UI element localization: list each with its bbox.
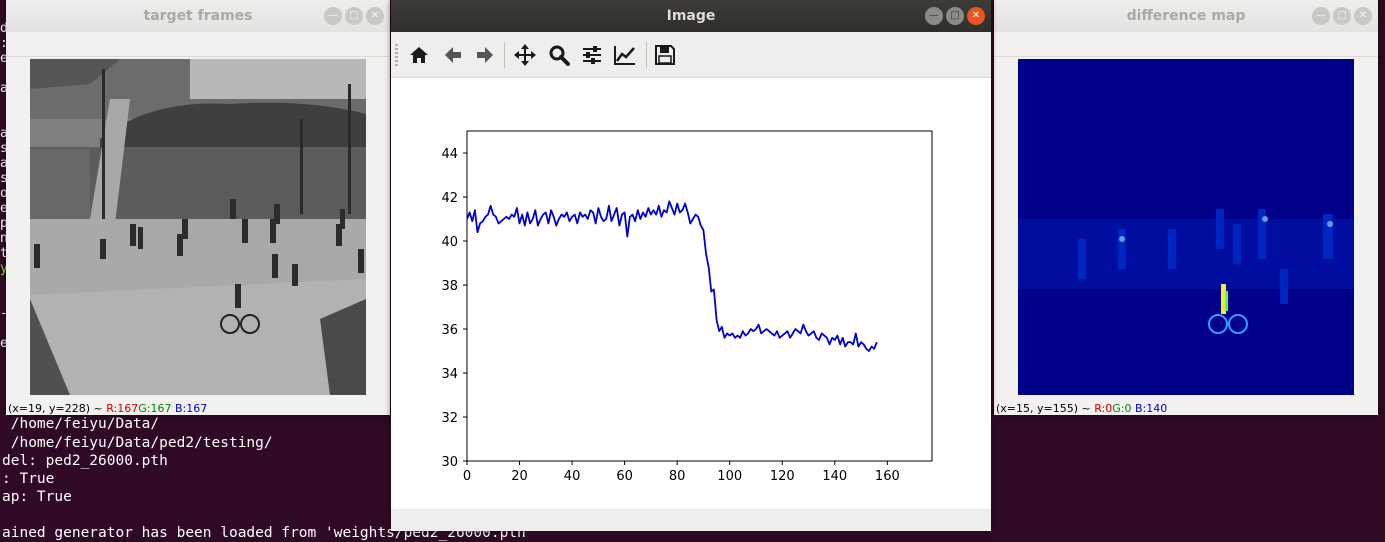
y-tick-label: 42 [441, 191, 458, 206]
figure-status-bar [391, 509, 991, 530]
window-title: Image [666, 8, 716, 24]
y-tick-label: 44 [441, 147, 458, 162]
status-red: R:0 [1094, 402, 1113, 415]
y-tick-label: 40 [441, 235, 458, 250]
figure-canvas[interactable]: 0 20 40 60 80 100 120 140 160 30 32 34 36 38 40 42 44 [391, 78, 991, 509]
x-tick-label: 40 [564, 469, 581, 484]
terminal-line: /home/feiyu/Data/ [2, 416, 160, 432]
toolbar-separator [646, 42, 647, 68]
pixel-status-bar: (x=19, y=228) ~ R:167G:167 B:167 [8, 402, 207, 415]
close-icon[interactable]: ✕ [967, 7, 985, 25]
matplotlib-toolbar [391, 32, 991, 78]
difference-map-titlebar[interactable]: difference map — □ ✕ [994, 0, 1378, 32]
status-blue: B:140 [1135, 402, 1168, 415]
edit-axis-icon[interactable] [611, 41, 639, 69]
x-tick-label: 60 [616, 469, 633, 484]
terminal-line: del: ped2_26000.pth [2, 453, 168, 469]
pixel-status-bar: (x=15, y=155) ~ R:0G:0 B:140 [996, 402, 1167, 415]
x-tick-label: 140 [822, 469, 847, 484]
x-tick-label: 100 [717, 469, 742, 484]
zoom-icon[interactable] [545, 41, 573, 69]
close-icon[interactable]: ✕ [1354, 7, 1372, 25]
x-tick-label: 80 [669, 469, 686, 484]
toolbar-separator [504, 42, 505, 68]
home-icon[interactable] [405, 41, 433, 69]
plot-frame [466, 130, 933, 462]
minimize-icon[interactable]: — [324, 7, 342, 25]
status-blue: B:167 [175, 402, 208, 415]
menu-strip [6, 32, 390, 57]
toolbar-grip[interactable] [395, 44, 398, 66]
line-chart[interactable]: 0 20 40 60 80 100 120 140 160 30 32 34 36 38 40 42 44 [391, 78, 991, 509]
close-icon[interactable]: ✕ [366, 7, 384, 25]
terminal-line: : True [2, 471, 55, 487]
difference-map-image [1018, 59, 1354, 395]
difference-map-window[interactable]: difference map — □ ✕ (x=15, y=155) ~ R:0… [994, 0, 1378, 415]
menu-strip [994, 32, 1378, 57]
x-tick-label: 160 [875, 469, 900, 484]
x-tick-label: 20 [511, 469, 528, 484]
maximize-icon[interactable]: □ [946, 7, 964, 25]
target-frames-titlebar[interactable]: target frames — □ ✕ [6, 0, 390, 32]
status-red: R:167 [106, 402, 139, 415]
status-green: G:167 [138, 402, 172, 415]
y-tick-label: 36 [441, 323, 458, 338]
configure-subplots-icon[interactable] [578, 41, 606, 69]
surveillance-frame-image [30, 59, 366, 395]
y-tick-label: 32 [441, 411, 458, 426]
minimize-icon[interactable]: — [1312, 7, 1330, 25]
status-green: G:0 [1112, 402, 1132, 415]
pan-icon[interactable] [511, 41, 539, 69]
image-plot-window[interactable]: Image — □ ✕ 0 20 40 60 80 100 120 140 16… [391, 0, 991, 531]
x-tick-label: 0 [463, 469, 471, 484]
minimize-icon[interactable]: — [925, 7, 943, 25]
x-tick-label: 120 [770, 469, 795, 484]
y-tick-label: 34 [441, 367, 458, 382]
image-titlebar[interactable]: Image — □ ✕ [391, 0, 991, 32]
maximize-icon[interactable]: □ [1333, 7, 1351, 25]
status-coords: (x=19, y=228) ~ [8, 402, 103, 415]
forward-arrow-icon[interactable] [471, 41, 499, 69]
maximize-icon[interactable]: □ [345, 7, 363, 25]
status-coords: (x=15, y=155) ~ [996, 402, 1091, 415]
y-tick-label: 38 [441, 279, 458, 294]
save-icon[interactable] [651, 41, 679, 69]
target-frames-window[interactable]: target frames — □ ✕ (x=19, y=228) ~ R:16… [6, 0, 390, 415]
terminal-line: ap: True [2, 489, 72, 505]
terminal-line: /home/feiyu/Data/ped2/testing/ [2, 435, 273, 451]
y-tick-label: 30 [441, 455, 458, 470]
back-arrow-icon[interactable] [439, 41, 467, 69]
